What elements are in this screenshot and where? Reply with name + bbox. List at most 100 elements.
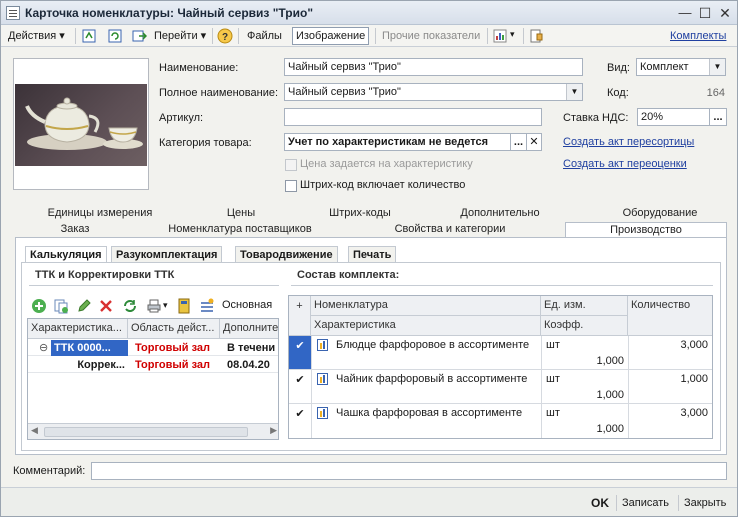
chevron-down-icon[interactable]: ▾ (510, 29, 515, 40)
category-select-button[interactable]: ... (510, 133, 527, 151)
actions-menu[interactable]: Действия ▾ (5, 27, 68, 45)
check-icon[interactable]: ✔ (289, 404, 311, 424)
delete-icon[interactable] (98, 298, 114, 314)
ttk-cell-extra: В течени (227, 342, 276, 354)
files-button[interactable]: Файлы (244, 27, 285, 45)
add-row-header[interactable]: + (289, 296, 311, 336)
subtab-calculation[interactable]: Калькуляция (25, 246, 107, 263)
table-row[interactable]: ✔ Чашка фарфоровая в ассортименте шт 1,0… (289, 404, 712, 438)
goto-icon[interactable] (131, 28, 147, 44)
divider (628, 336, 629, 438)
ttk-cell-area: Торговый зал (135, 359, 211, 371)
copy-icon[interactable] (53, 298, 69, 314)
clear-icon[interactable]: ✕ (526, 133, 542, 151)
scroll-thumb[interactable] (44, 427, 248, 437)
tab-supplier-nomenclature[interactable]: Номенклатура поставщиков (155, 222, 325, 238)
add-icon[interactable] (31, 298, 47, 314)
price-by-char-checkbox[interactable] (285, 159, 297, 171)
save-button[interactable]: Записать (622, 495, 669, 511)
ttk-column-header[interactable]: Характеристика... (28, 319, 128, 339)
refresh-icon[interactable] (107, 28, 123, 44)
tab-prices[interactable]: Цены (211, 206, 271, 222)
image-button[interactable]: Изображение (292, 27, 370, 45)
separator (212, 28, 213, 44)
create-revaluation-link[interactable]: Создать акт переоценки (563, 158, 687, 170)
list-star-icon[interactable] (199, 298, 215, 314)
scroll-left-icon[interactable]: ◀ (31, 425, 38, 436)
basic-label[interactable]: Основная (222, 299, 272, 311)
maximize-icon[interactable]: ☐ (697, 5, 713, 21)
table-row[interactable]: ⊖ ТТК 0000... Торговый зал В течени (28, 340, 278, 356)
chevron-down-icon[interactable]: ▾ (163, 300, 168, 311)
comment-label: Комментарий: (13, 465, 86, 477)
edit-icon[interactable] (76, 298, 92, 314)
vat-select-button[interactable]: ... (709, 108, 727, 126)
ttk-column-header[interactable]: Дополните (220, 319, 278, 339)
item-icon (317, 373, 328, 385)
minimize-icon[interactable]: — (677, 5, 693, 21)
print-settings-icon[interactable] (528, 28, 544, 44)
tab-properties-categories[interactable]: Свойства и категории (375, 222, 525, 238)
goto-menu[interactable]: Перейти ▾ (151, 27, 209, 45)
close-button[interactable]: Закрыть (684, 495, 726, 511)
ok-button[interactable]: OK (591, 495, 609, 511)
characteristic-column-header[interactable]: Характеристика (311, 316, 541, 336)
tab-equipment[interactable]: Оборудование (605, 206, 715, 222)
create-regrading-link[interactable]: Создать акт пересортицы (563, 136, 694, 148)
tab-production[interactable]: Производство (565, 222, 727, 238)
ttk-cell-area: Торговый зал (135, 342, 211, 354)
scroll-right-icon[interactable]: ▶ (270, 425, 277, 436)
separator (616, 495, 617, 511)
calculator-icon[interactable] (176, 298, 192, 314)
subtab-disassembly[interactable]: Разукомплектация (111, 246, 223, 263)
kind-select[interactable]: Комплект ▼ (636, 58, 726, 76)
ttk-cell-extra: 08.04.20 (227, 359, 270, 371)
coef-column-header[interactable]: Коэфф. (541, 316, 628, 336)
category-label: Категория товара: (159, 137, 252, 149)
window: Карточка номенклатуры: Чайный сервиз "Тр… (0, 0, 738, 517)
fullname-field[interactable]: Чайный сервиз "Трио" ▼ (284, 83, 583, 101)
tab-barcodes[interactable]: Штрих-коды (315, 206, 405, 222)
refresh-icon[interactable] (122, 298, 138, 314)
nomenclature-column-header[interactable]: Номенклатура (311, 296, 541, 316)
goto-label: Перейти (154, 30, 198, 42)
tab-order[interactable]: Заказ (45, 222, 105, 238)
kit-item-unit: шт (546, 407, 560, 419)
table-row[interactable]: Коррек... Торговый зал 08.04.20 (28, 357, 278, 373)
kit-item-name: Блюдце фарфоровое в ассортименте (336, 339, 530, 351)
fullname-value: Чайный сервиз "Трио" (288, 86, 401, 98)
comment-field[interactable] (91, 462, 727, 480)
divider (291, 285, 713, 286)
kits-link[interactable]: Комплекты (667, 27, 729, 45)
subtab-print[interactable]: Печать (348, 246, 397, 263)
subtab-movement[interactable]: Товародвижение (235, 246, 338, 263)
chevron-down-icon[interactable]: ▼ (709, 59, 725, 75)
help-icon[interactable]: ? (217, 28, 233, 44)
barcode-qty-checkbox[interactable] (285, 180, 297, 192)
other-indicators-button[interactable]: Прочие показатели (379, 27, 483, 45)
close-icon[interactable]: ✕ (717, 5, 733, 21)
name-field[interactable]: Чайный сервиз "Трио" (284, 58, 583, 76)
category-field[interactable]: Учет по характеристикам не ведется (284, 133, 542, 151)
ttk-column-header[interactable]: Область дейст... (128, 319, 220, 339)
check-icon[interactable]: ✔ (289, 370, 311, 390)
check-icon[interactable]: ✔ (289, 336, 311, 369)
unit-column-header[interactable]: Ед. изм. (541, 296, 628, 316)
tab-additional[interactable]: Дополнительно (445, 206, 555, 222)
vat-value: 20% (641, 111, 664, 123)
horizontal-scrollbar[interactable]: ◀ ▶ (28, 423, 278, 439)
collapse-icon[interactable]: ⊖ (36, 340, 50, 356)
table-row[interactable]: ✔ Чайник фарфоровый в ассортименте шт 1,… (289, 370, 712, 404)
product-image[interactable] (13, 58, 149, 190)
chevron-down-icon[interactable]: ▼ (566, 84, 582, 100)
kit-item-coef: 1,000 (596, 423, 624, 435)
report-icon[interactable] (492, 28, 508, 44)
table-row[interactable]: ✔ Блюдце фарфоровое в ассортименте шт 1,… (289, 336, 712, 370)
card-icon (6, 6, 20, 20)
article-field[interactable] (284, 108, 542, 126)
quantity-column-header[interactable]: Количество (628, 296, 712, 336)
up-level-icon[interactable] (81, 28, 97, 44)
tab-units[interactable]: Единицы измерения (35, 206, 165, 222)
kit-item-name: Чашка фарфоровая в ассортименте (336, 407, 523, 419)
print-icon[interactable] (146, 298, 162, 314)
